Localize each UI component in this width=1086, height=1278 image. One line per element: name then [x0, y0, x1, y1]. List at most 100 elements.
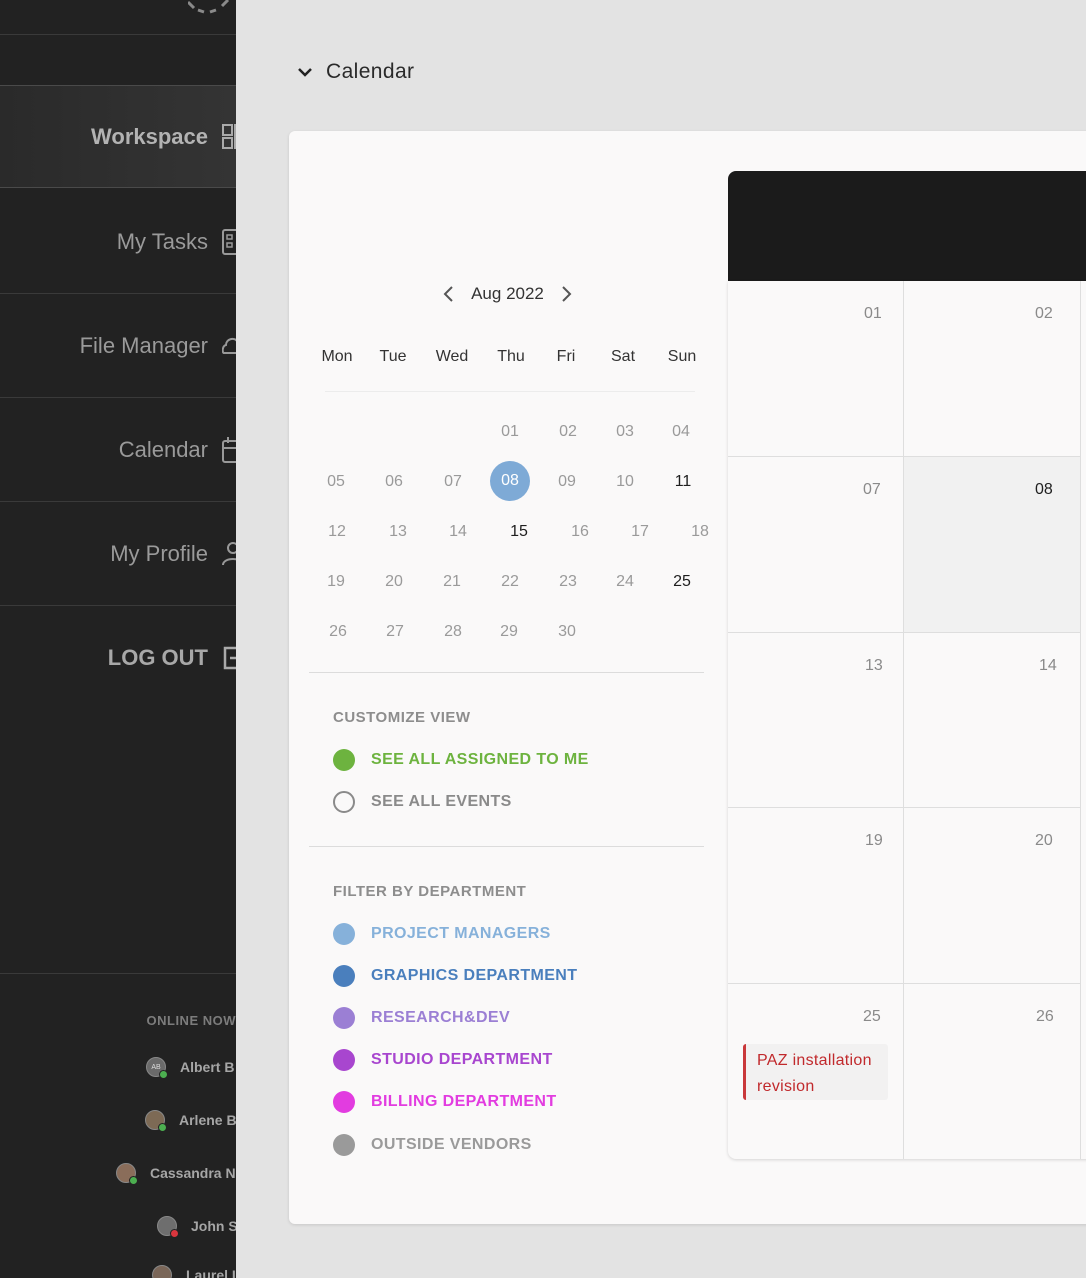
prev-month-button[interactable]: [440, 284, 456, 304]
panel-divider: [309, 846, 704, 847]
mini-day[interactable]: 07: [433, 462, 473, 502]
filter-billing-department[interactable]: BILLING DEPARTMENT: [333, 1091, 557, 1113]
weekday-label: Fri: [556, 348, 576, 365]
mini-day[interactable]: 28: [433, 612, 473, 652]
mini-day[interactable]: 04: [661, 412, 701, 452]
panel-divider: [309, 672, 704, 673]
month-grid-header: [728, 171, 1086, 281]
mini-day[interactable]: 29: [489, 612, 529, 652]
online-user-name: John S: [191, 1218, 236, 1234]
status-dot: [158, 1123, 167, 1132]
online-user[interactable]: AB Albert B: [146, 1057, 235, 1079]
nav-item-file-manager[interactable]: File Manager: [0, 294, 236, 398]
filter-outside-vendors[interactable]: OUTSIDE VENDORS: [333, 1134, 532, 1156]
mini-day[interactable]: 01: [490, 412, 530, 452]
grid-day-cell[interactable]: 14: [904, 633, 1081, 808]
option-all-events[interactable]: SEE ALL EVENTS: [333, 791, 512, 813]
weekday-label: Mon: [321, 348, 353, 365]
next-month-button[interactable]: [559, 284, 575, 304]
mini-day[interactable]: 10: [605, 462, 645, 502]
mini-day-selected[interactable]: 08: [490, 461, 530, 501]
filter-graphics-department[interactable]: GRAPHICS DEPARTMENT: [333, 965, 577, 987]
calendar-event[interactable]: PAZ installation revision: [743, 1044, 888, 1100]
nav-item-logout[interactable]: LOG OUT: [0, 606, 236, 710]
mini-day[interactable]: 13: [378, 512, 418, 552]
mini-day[interactable]: 19: [316, 562, 356, 602]
mini-day[interactable]: 09: [547, 462, 587, 502]
cloud-icon: [222, 333, 236, 359]
grid-day-number: 01: [864, 305, 882, 322]
grid-day-cell[interactable]: 01: [728, 281, 904, 457]
online-user[interactable]: Cassandra N: [116, 1163, 236, 1185]
online-user-name: Albert B: [180, 1059, 235, 1075]
mini-day[interactable]: 02: [548, 412, 588, 452]
mini-day[interactable]: 20: [374, 562, 414, 602]
mini-day[interactable]: 27: [375, 612, 415, 652]
chevron-right-icon: [562, 286, 572, 302]
grid-day-cell[interactable]: 02: [904, 281, 1081, 457]
option-assigned-to-me[interactable]: SEE ALL ASSIGNED TO ME: [333, 749, 589, 771]
nav-label: My Profile: [110, 541, 208, 566]
sidebar-divider: [0, 973, 236, 974]
filter-research-dev[interactable]: RESEARCH&DEV: [333, 1007, 510, 1029]
nav-label: File Manager: [79, 333, 208, 358]
filter-label: GRAPHICS DEPARTMENT: [371, 967, 578, 984]
mini-day[interactable]: 25: [662, 562, 702, 602]
mini-day[interactable]: 05: [316, 462, 356, 502]
filter-label: RESEARCH&DEV: [371, 1009, 511, 1026]
online-now-title: ONLINE NOW: [146, 1013, 236, 1028]
nav-item-my-profile[interactable]: My Profile: [0, 502, 236, 606]
grid-day-number: 14: [1039, 657, 1057, 674]
filter-project-managers[interactable]: PROJECT MANAGERS: [333, 923, 551, 945]
grid-day-cell-today[interactable]: 08: [904, 457, 1081, 633]
mini-day[interactable]: 21: [432, 562, 472, 602]
grid-day-number: 20: [1035, 832, 1053, 849]
mini-day[interactable]: 18: [680, 512, 720, 552]
mini-day[interactable]: 03: [605, 412, 645, 452]
grid-day-cell[interactable]: 20: [904, 808, 1081, 984]
chevron-down-icon: [298, 68, 312, 77]
filter-label: PROJECT MANAGERS: [371, 925, 551, 942]
nav-label: Calendar: [118, 437, 208, 462]
section-title: Calendar: [326, 60, 415, 83]
grid-day-number: 26: [1036, 1008, 1054, 1025]
mini-day[interactable]: 17: [620, 512, 660, 552]
user-icon: [222, 541, 236, 567]
weekday-label: Sun: [667, 348, 697, 365]
mini-day[interactable]: 24: [605, 562, 645, 602]
color-dot-icon: [333, 1091, 355, 1113]
mini-day[interactable]: 23: [548, 562, 588, 602]
nav-item-my-tasks[interactable]: My Tasks: [0, 190, 236, 294]
mini-day[interactable]: 12: [317, 512, 357, 552]
nav-label: Workspace: [91, 123, 208, 149]
nav-item-workspace[interactable]: Workspace: [0, 85, 236, 188]
grid-day-cell[interactable]: 19: [728, 808, 904, 984]
online-user[interactable]: Laurel I: [152, 1265, 236, 1278]
mini-day[interactable]: 15: [499, 512, 539, 552]
event-title-line1: PAZ installation: [757, 1052, 872, 1069]
color-dot-icon: [333, 965, 355, 987]
mini-day[interactable]: 11: [663, 462, 703, 502]
mini-calendar-divider: [325, 391, 695, 392]
radio-empty-icon: [333, 791, 355, 813]
calendar-section-header[interactable]: Calendar: [296, 60, 414, 84]
mini-day[interactable]: 26: [318, 612, 358, 652]
weekday-label: Tue: [379, 348, 407, 365]
mini-day[interactable]: 22: [490, 562, 530, 602]
event-title-line2: revision: [757, 1078, 815, 1095]
online-user[interactable]: Arlene B: [145, 1110, 236, 1132]
mini-day[interactable]: 14: [438, 512, 478, 552]
mini-day[interactable]: 30: [547, 612, 587, 652]
radio-selected-icon: [333, 749, 355, 771]
mini-day[interactable]: 16: [560, 512, 600, 552]
month-grid: 01 02 07 08 13 14 19 20 25 26: [728, 281, 1086, 1159]
filter-studio-department[interactable]: STUDIO DEPARTMENT: [333, 1049, 553, 1071]
nav-item-calendar[interactable]: Calendar: [0, 398, 236, 502]
online-user[interactable]: John S: [157, 1216, 236, 1238]
mini-day[interactable]: 06: [374, 462, 414, 502]
logo-icon: [188, 0, 230, 14]
grid-day-cell[interactable]: 26: [904, 984, 1081, 1159]
avatar: AB: [146, 1057, 168, 1079]
grid-day-cell[interactable]: 07: [728, 457, 904, 633]
grid-day-cell[interactable]: 13: [728, 633, 904, 808]
